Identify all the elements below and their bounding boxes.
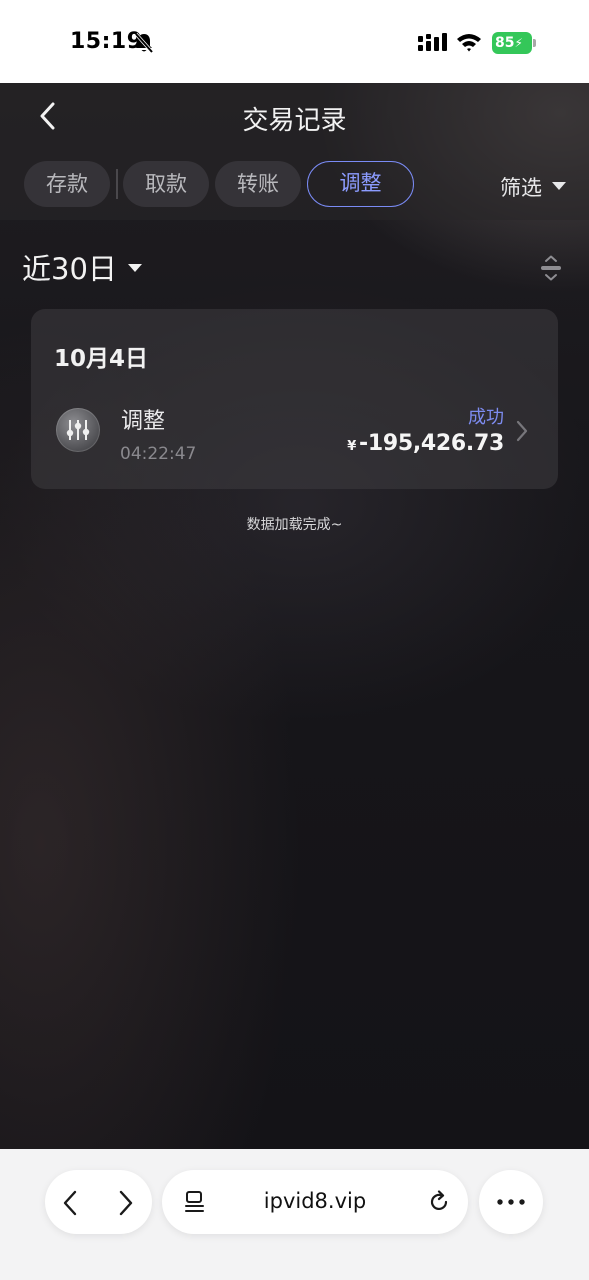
more-icon xyxy=(497,1199,525,1205)
browser-back-icon[interactable] xyxy=(62,1190,78,1216)
browser-toolbar: ipvid8.vip xyxy=(0,1149,589,1280)
wifi-icon xyxy=(457,34,481,52)
transaction-type-badge xyxy=(56,408,100,452)
address-bar[interactable]: ipvid8.vip xyxy=(162,1170,468,1234)
amount-value: -195,426.73 xyxy=(358,431,504,456)
group-date: 10月4日 xyxy=(54,346,149,372)
currency-symbol: ¥ xyxy=(347,439,356,454)
tab-adjust[interactable]: 调整 xyxy=(307,161,414,207)
caret-down-icon xyxy=(128,264,142,272)
url-text: ipvid8.vip xyxy=(263,1189,367,1213)
tab-deposit[interactable]: 存款 xyxy=(24,161,110,207)
filter-button[interactable]: 筛选 xyxy=(500,172,542,202)
app-content: 交易记录 存款 取款 转账 调整 筛选 近30日 10月4日 调整 04:22:… xyxy=(0,83,589,1149)
battery-indicator: 85⚡ xyxy=(492,32,536,54)
caret-down-icon xyxy=(552,182,566,190)
browser-forward-icon[interactable] xyxy=(118,1190,134,1216)
transaction-group-card: 10月4日 调整 04:22:47 成功 ¥ -195,426.73 xyxy=(31,309,558,489)
status-time: 15:19 xyxy=(70,29,143,54)
cellular-signal-icon xyxy=(418,33,447,51)
reload-icon[interactable] xyxy=(427,1190,451,1214)
date-range-selector[interactable]: 近30日 xyxy=(22,246,117,288)
tab-transfer[interactable]: 转账 xyxy=(215,161,301,207)
collapse-expand-icon[interactable] xyxy=(540,255,562,281)
more-button[interactable] xyxy=(479,1170,543,1234)
transaction-type: 调整 xyxy=(121,409,166,434)
tab-withdraw[interactable]: 取款 xyxy=(123,161,209,207)
load-complete-text: 数据加载完成~ xyxy=(246,517,343,533)
transaction-status: 成功 xyxy=(468,407,504,428)
page-title: 交易记录 xyxy=(242,106,347,136)
transaction-time: 04:22:47 xyxy=(120,444,197,464)
status-bar: 15:19 85⚡ xyxy=(0,0,589,83)
bell-slash-icon xyxy=(134,32,154,54)
chevron-right-icon[interactable] xyxy=(515,420,529,442)
nav-buttons xyxy=(45,1170,152,1234)
transaction-amount: ¥ -195,426.73 xyxy=(347,431,504,456)
battery-level: 85 xyxy=(495,35,515,51)
tab-divider xyxy=(116,169,118,199)
header: 交易记录 存款 取款 转账 调整 筛选 xyxy=(0,83,589,220)
sliders-icon xyxy=(66,420,90,440)
